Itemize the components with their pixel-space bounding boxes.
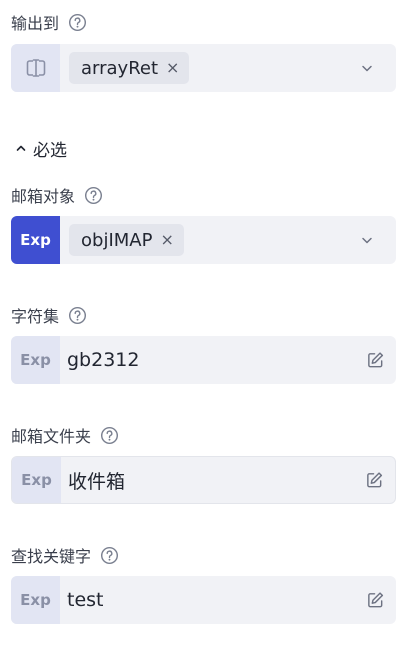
- help-icon[interactable]: [100, 546, 119, 565]
- mailbox-label: 邮箱对象: [11, 187, 76, 206]
- mailbox-object-tag: objIMAP ×: [69, 224, 184, 256]
- output-label-row: 输出到: [11, 10, 87, 34]
- keyword-value: test: [67, 589, 104, 611]
- folder-value: 收件箱: [68, 470, 126, 493]
- help-icon[interactable]: [84, 186, 103, 205]
- charset-value: gb2312: [67, 349, 140, 371]
- output-label: 输出到: [11, 14, 60, 33]
- exp-toggle-button[interactable]: Exp: [11, 576, 60, 624]
- variable-icon: [11, 44, 60, 92]
- keyword-label-row: 查找关键字: [11, 543, 119, 567]
- edit-icon[interactable]: [365, 471, 384, 490]
- keyword-input[interactable]: Exp test: [11, 576, 396, 624]
- charset-label: 字符集: [11, 307, 60, 326]
- caret-up-icon: [15, 142, 27, 154]
- exp-toggle-button[interactable]: Exp: [12, 457, 61, 503]
- edit-icon[interactable]: [366, 351, 385, 370]
- folder-label: 邮箱文件夹: [11, 427, 92, 446]
- required-section-label: 必选: [33, 140, 67, 161]
- exp-toggle-button[interactable]: Exp: [11, 216, 60, 264]
- tag-close-icon[interactable]: ×: [160, 232, 173, 248]
- charset-label-row: 字符集: [11, 303, 87, 327]
- tag-close-icon[interactable]: ×: [166, 60, 179, 76]
- mailbox-tag-text: objIMAP: [81, 229, 153, 251]
- folder-label-row: 邮箱文件夹: [11, 423, 119, 447]
- mailbox-label-row: 邮箱对象: [11, 183, 103, 207]
- chevron-down-icon[interactable]: [360, 233, 374, 247]
- edit-icon[interactable]: [366, 591, 385, 610]
- keyword-label: 查找关键字: [11, 547, 92, 566]
- help-icon[interactable]: [100, 426, 119, 445]
- help-icon[interactable]: [68, 306, 87, 325]
- properties-panel: 输出到 arrayRet × 必选 邮箱对象 Exp objIMAP × 字符集…: [0, 0, 407, 648]
- charset-input[interactable]: Exp gb2312: [11, 336, 396, 384]
- output-variable-select[interactable]: arrayRet ×: [11, 44, 396, 92]
- exp-toggle-button[interactable]: Exp: [11, 336, 60, 384]
- chevron-down-icon[interactable]: [360, 61, 374, 75]
- mailbox-object-select[interactable]: Exp objIMAP ×: [11, 216, 396, 264]
- folder-input[interactable]: Exp 收件箱: [11, 456, 396, 504]
- required-section-toggle[interactable]: 必选: [15, 136, 67, 161]
- output-tag-text: arrayRet: [81, 57, 159, 79]
- output-variable-tag: arrayRet ×: [69, 52, 190, 84]
- help-icon[interactable]: [68, 13, 87, 32]
